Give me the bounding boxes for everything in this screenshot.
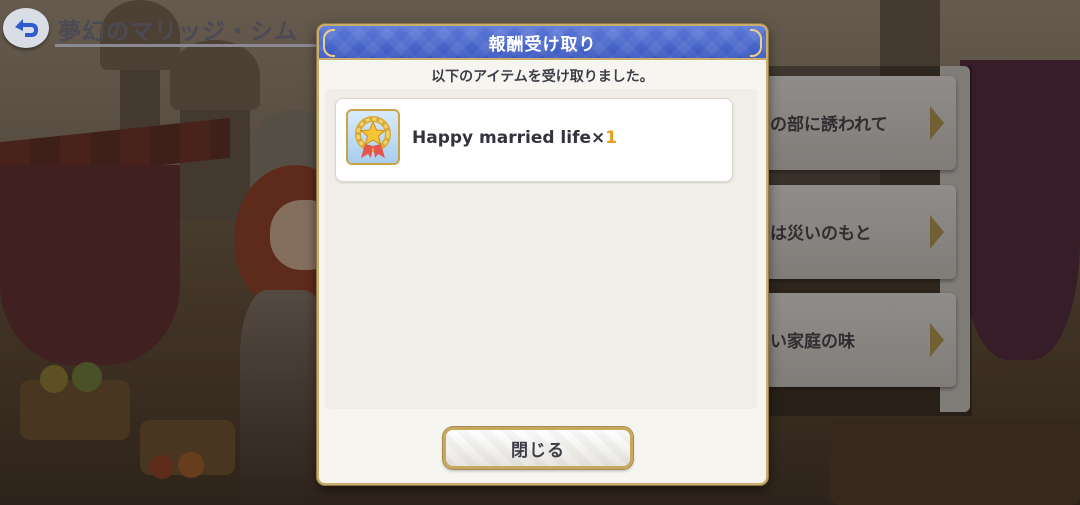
reward-quantity: 1	[605, 128, 618, 148]
back-arrow-icon	[15, 19, 38, 37]
close-button-label: 閉じる	[511, 440, 565, 461]
reward-name-label: Happy married life×1	[412, 128, 617, 148]
page-title: 夢幻のマリッジ・シム エ	[58, 19, 346, 45]
times-sign: ×	[591, 128, 606, 148]
close-button[interactable]: 閉じる	[443, 427, 633, 469]
dialog-title: 報酬受け取り	[488, 35, 597, 55]
reward-name: Happy married life	[412, 128, 592, 148]
dialog-header: 報酬受け取り	[319, 26, 766, 60]
menu-dim-overlay	[750, 66, 972, 416]
star-wreath-medal-icon	[346, 109, 400, 165]
reward-item: Happy married life×1	[335, 98, 733, 182]
back-button[interactable]	[3, 8, 49, 48]
dialog-message: 以下のアイテムを受け取りました。	[431, 69, 654, 85]
reward-dialog: 報酬受け取り 以下のアイテムを受け取りました。 Happy married li…	[317, 24, 768, 485]
